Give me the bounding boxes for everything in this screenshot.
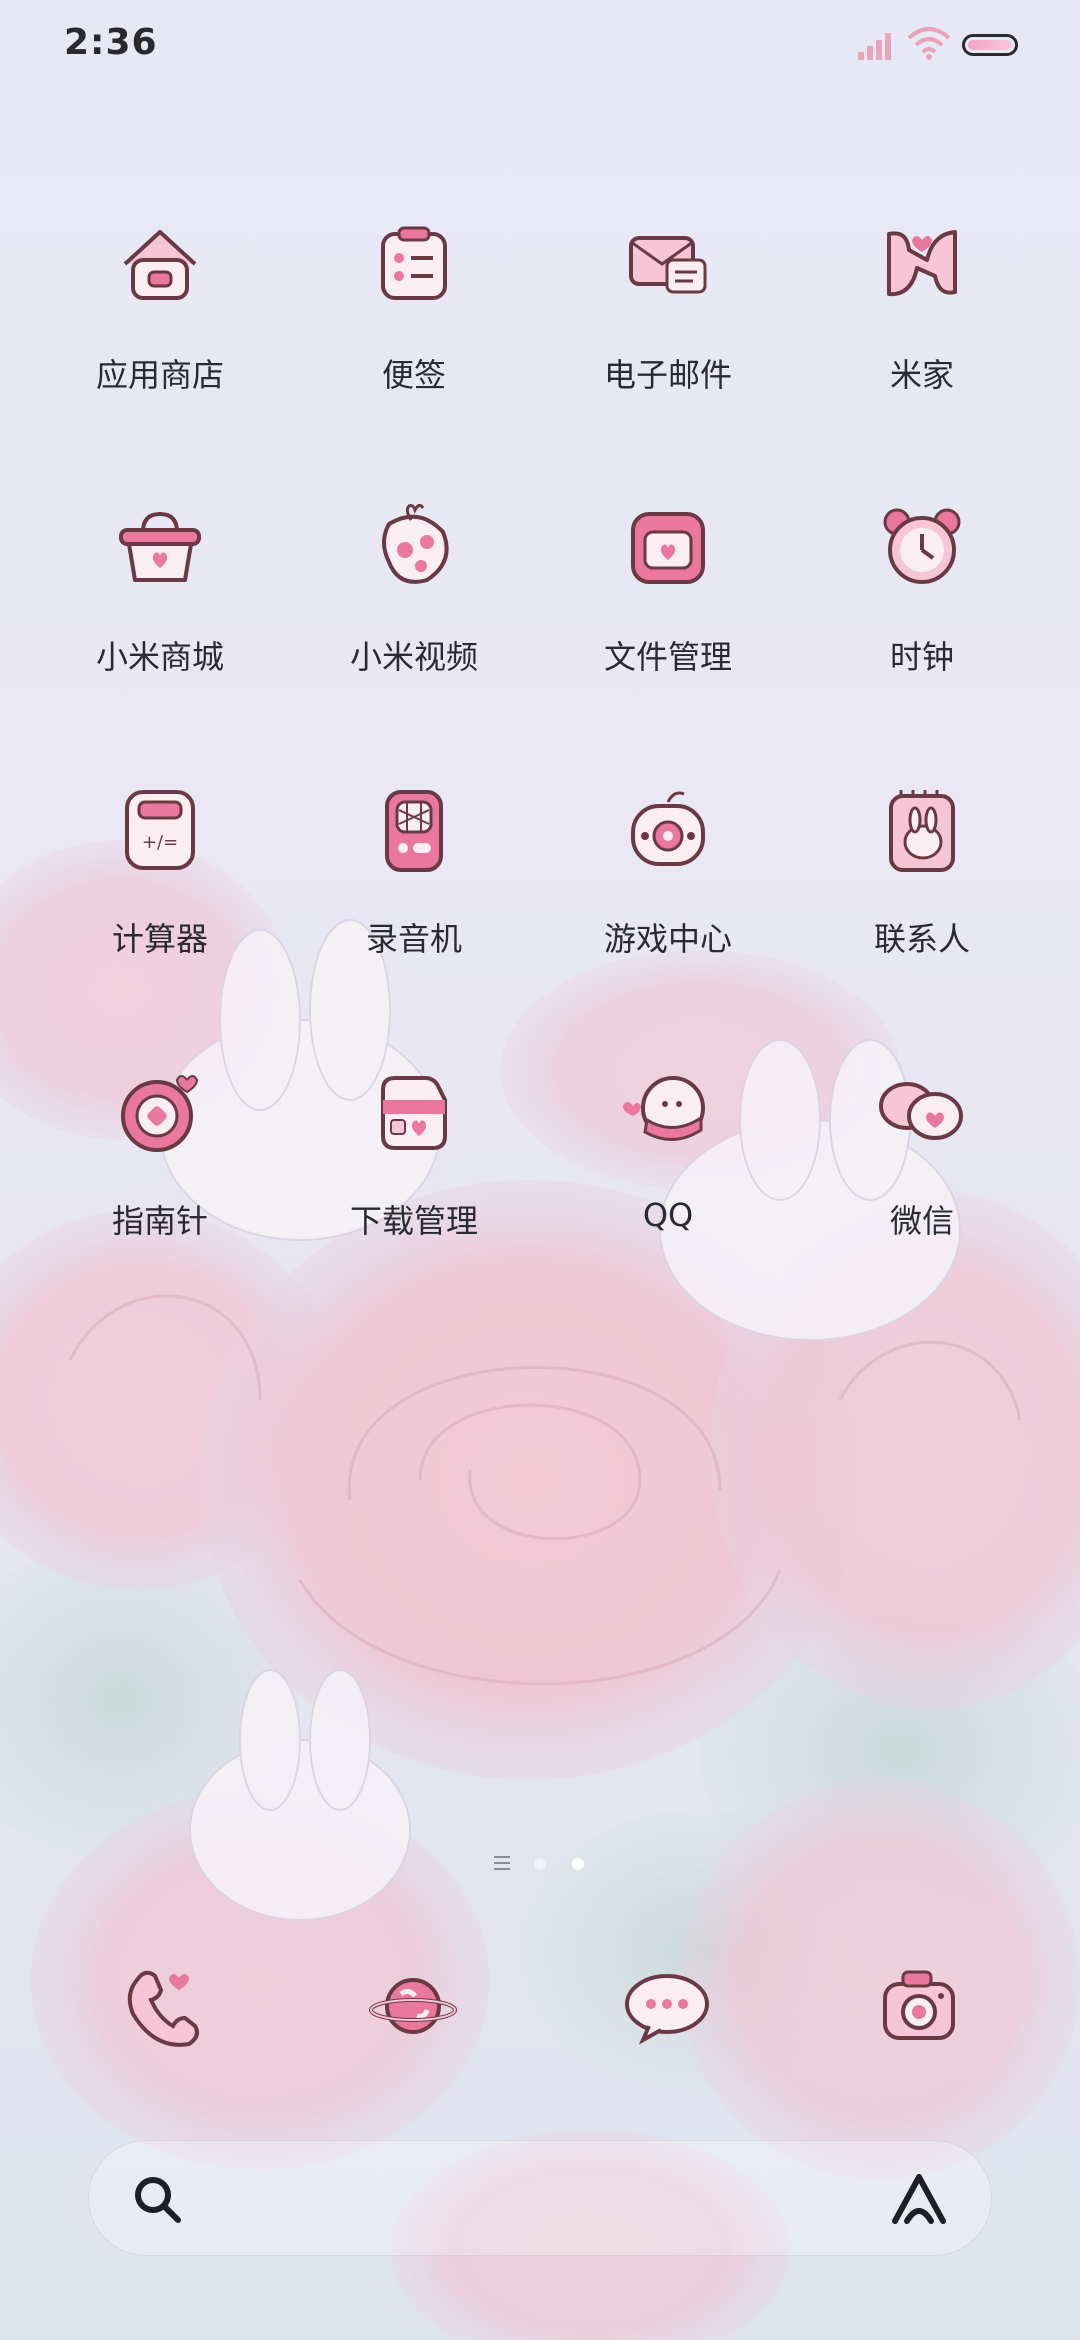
store-house-icon <box>123 230 197 300</box>
app-item[interactable]: 时钟 <box>795 482 1049 732</box>
calculator-icon: +/= <box>125 790 195 870</box>
dock <box>0 1950 1080 2070</box>
page-dot[interactable] <box>534 1858 546 1870</box>
search-bar[interactable] <box>88 2140 992 2256</box>
status-bar: 2:36 <box>0 0 1080 100</box>
page-indicator[interactable] <box>0 1850 1080 1880</box>
app-item[interactable]: 小米视频 <box>287 482 541 732</box>
download-icon <box>381 1076 447 1150</box>
app-item[interactable]: 便签 <box>287 200 541 450</box>
app-label: 小米视频 <box>349 638 478 676</box>
app-item[interactable]: QQ <box>541 1046 795 1296</box>
app-item[interactable]: 米家 <box>795 200 1049 450</box>
assistant-icon[interactable] <box>889 2171 949 2227</box>
app-item[interactable]: 小米商城 <box>33 482 287 732</box>
wifi-icon <box>907 27 951 60</box>
email-icon <box>629 236 707 294</box>
app-label: 文件管理 <box>603 638 732 676</box>
qq-icon <box>623 1076 705 1141</box>
app-item[interactable]: 指南针 <box>33 1046 287 1296</box>
app-label: 电子邮件 <box>603 356 732 394</box>
app-label: 指南针 <box>111 1202 208 1240</box>
app-label: 便签 <box>381 356 446 394</box>
app-label: 米家 <box>889 356 954 394</box>
video-icon <box>382 503 449 584</box>
app-item[interactable]: 联系人 <box>795 764 1049 1014</box>
mijia-icon <box>887 230 957 297</box>
app-label: 录音机 <box>365 920 462 958</box>
app-label: 计算器 <box>111 920 208 958</box>
app-label: 联系人 <box>873 920 970 958</box>
notes-icon <box>381 226 447 300</box>
svg-text:+/=: +/= <box>142 832 178 853</box>
app-label: 应用商店 <box>95 356 224 394</box>
app-item[interactable]: 微信 <box>795 1046 1049 1296</box>
app-item[interactable]: +/= 计算器 <box>33 764 287 1014</box>
camera-icon[interactable] <box>873 1960 965 2052</box>
app-label: 下载管理 <box>349 1202 478 1240</box>
contacts-icon <box>889 790 955 872</box>
app-item[interactable]: 文件管理 <box>541 482 795 732</box>
app-label: 微信 <box>889 1202 954 1240</box>
app-item[interactable]: 下载管理 <box>287 1046 541 1296</box>
alarm-clock-icon <box>883 508 961 584</box>
recorder-icon <box>385 790 443 872</box>
phone-icon[interactable] <box>115 1960 207 2052</box>
signal-icon <box>858 33 891 60</box>
status-time: 2:36 <box>64 22 158 63</box>
app-label: QQ <box>642 1196 694 1234</box>
battery-icon <box>962 34 1018 56</box>
messages-icon[interactable] <box>621 1960 713 2052</box>
app-label: 小米商城 <box>95 638 224 676</box>
menu-lines-icon <box>494 1856 510 1870</box>
compass-icon <box>121 1075 199 1152</box>
shopping-basket-icon <box>119 511 201 582</box>
wechat-icon <box>879 1082 963 1140</box>
game-controller-icon <box>631 791 705 866</box>
app-label: 游戏中心 <box>603 920 732 958</box>
folder-icon <box>631 512 705 584</box>
app-item[interactable]: 录音机 <box>287 764 541 1014</box>
browser-planet-icon[interactable] <box>367 1960 459 2052</box>
app-item[interactable]: 游戏中心 <box>541 764 795 1014</box>
search-icon[interactable] <box>131 2173 183 2225</box>
page-dot-active[interactable] <box>572 1858 584 1870</box>
app-label: 时钟 <box>889 638 954 676</box>
app-item[interactable]: 应用商店 <box>33 200 287 450</box>
app-item[interactable]: 电子邮件 <box>541 200 795 450</box>
